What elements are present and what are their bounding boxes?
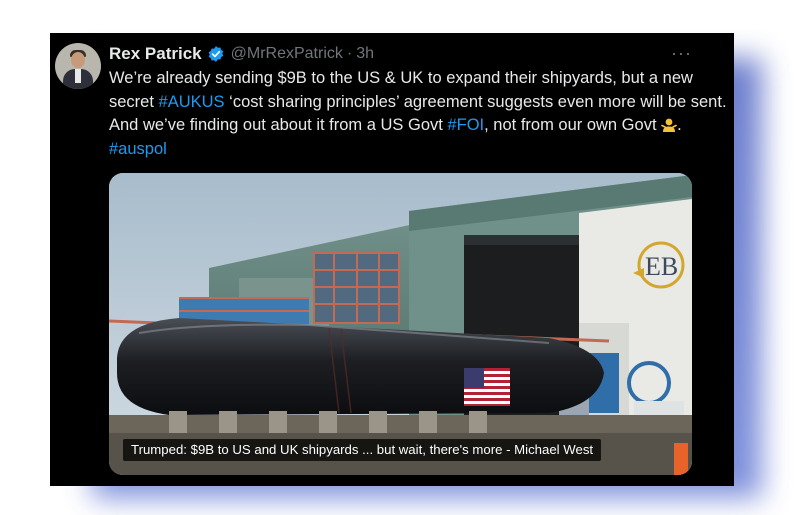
- tweet-text-part: , not from our own Govt: [484, 116, 662, 134]
- author-name[interactable]: Rex Patrick: [109, 44, 202, 64]
- tweet-text-part: .: [677, 116, 682, 134]
- hashtag-auspol[interactable]: #auspol: [109, 140, 167, 158]
- shipyard-photo: EB: [109, 173, 692, 475]
- tweet-header: Rex Patrick @MrRexPatrick · 3h: [109, 43, 374, 65]
- author-handle[interactable]: @MrRexPatrick: [231, 45, 343, 63]
- svg-text:EB: EB: [645, 252, 678, 281]
- tweet-text: We’re already sending $9B to the US & UK…: [109, 67, 729, 161]
- hashtag-aukus[interactable]: #AUKUS: [159, 93, 225, 111]
- hashtag-foi[interactable]: #FOI: [447, 116, 484, 134]
- more-options-icon[interactable]: ···: [671, 43, 692, 64]
- verified-badge-icon[interactable]: [207, 45, 225, 63]
- person-shrugging-emoji-icon: [661, 118, 677, 132]
- tweet-timestamp[interactable]: 3h: [356, 45, 374, 63]
- tweet-card[interactable]: Rex Patrick @MrRexPatrick · 3h ··· We’re…: [50, 33, 734, 486]
- us-flag: [464, 368, 510, 406]
- link-card-image[interactable]: EB Trumped: $9B to US and UK shipyards .…: [109, 173, 692, 475]
- avatar[interactable]: [55, 43, 101, 89]
- link-card-caption[interactable]: Trumped: $9B to US and UK shipyards ... …: [123, 439, 602, 461]
- separator-dot: ·: [346, 45, 353, 62]
